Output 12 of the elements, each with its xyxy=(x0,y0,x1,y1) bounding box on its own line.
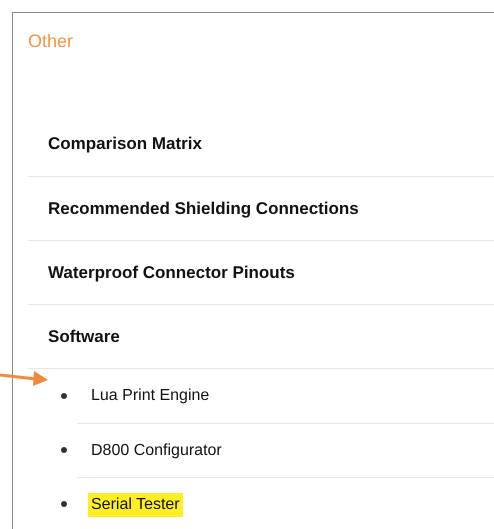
submenu-item[interactable]: Serial Tester xyxy=(88,492,183,516)
bullet-icon xyxy=(61,393,67,399)
section-heading: Other xyxy=(28,30,74,53)
bullet-icon xyxy=(61,447,67,453)
submenu-item[interactable]: D800 Configurator xyxy=(88,438,225,462)
menu-item[interactable]: Waterproof Connector Pinouts xyxy=(48,260,295,286)
bullet-icon xyxy=(61,501,67,507)
menu-item[interactable]: Comparison Matrix xyxy=(48,131,202,157)
menu-item[interactable]: Recommended Shielding Connections xyxy=(48,196,359,222)
arrow-icon xyxy=(0,368,50,388)
submenu-item[interactable]: Lua Print Engine xyxy=(88,384,212,408)
menu-item[interactable]: Software xyxy=(48,324,120,350)
